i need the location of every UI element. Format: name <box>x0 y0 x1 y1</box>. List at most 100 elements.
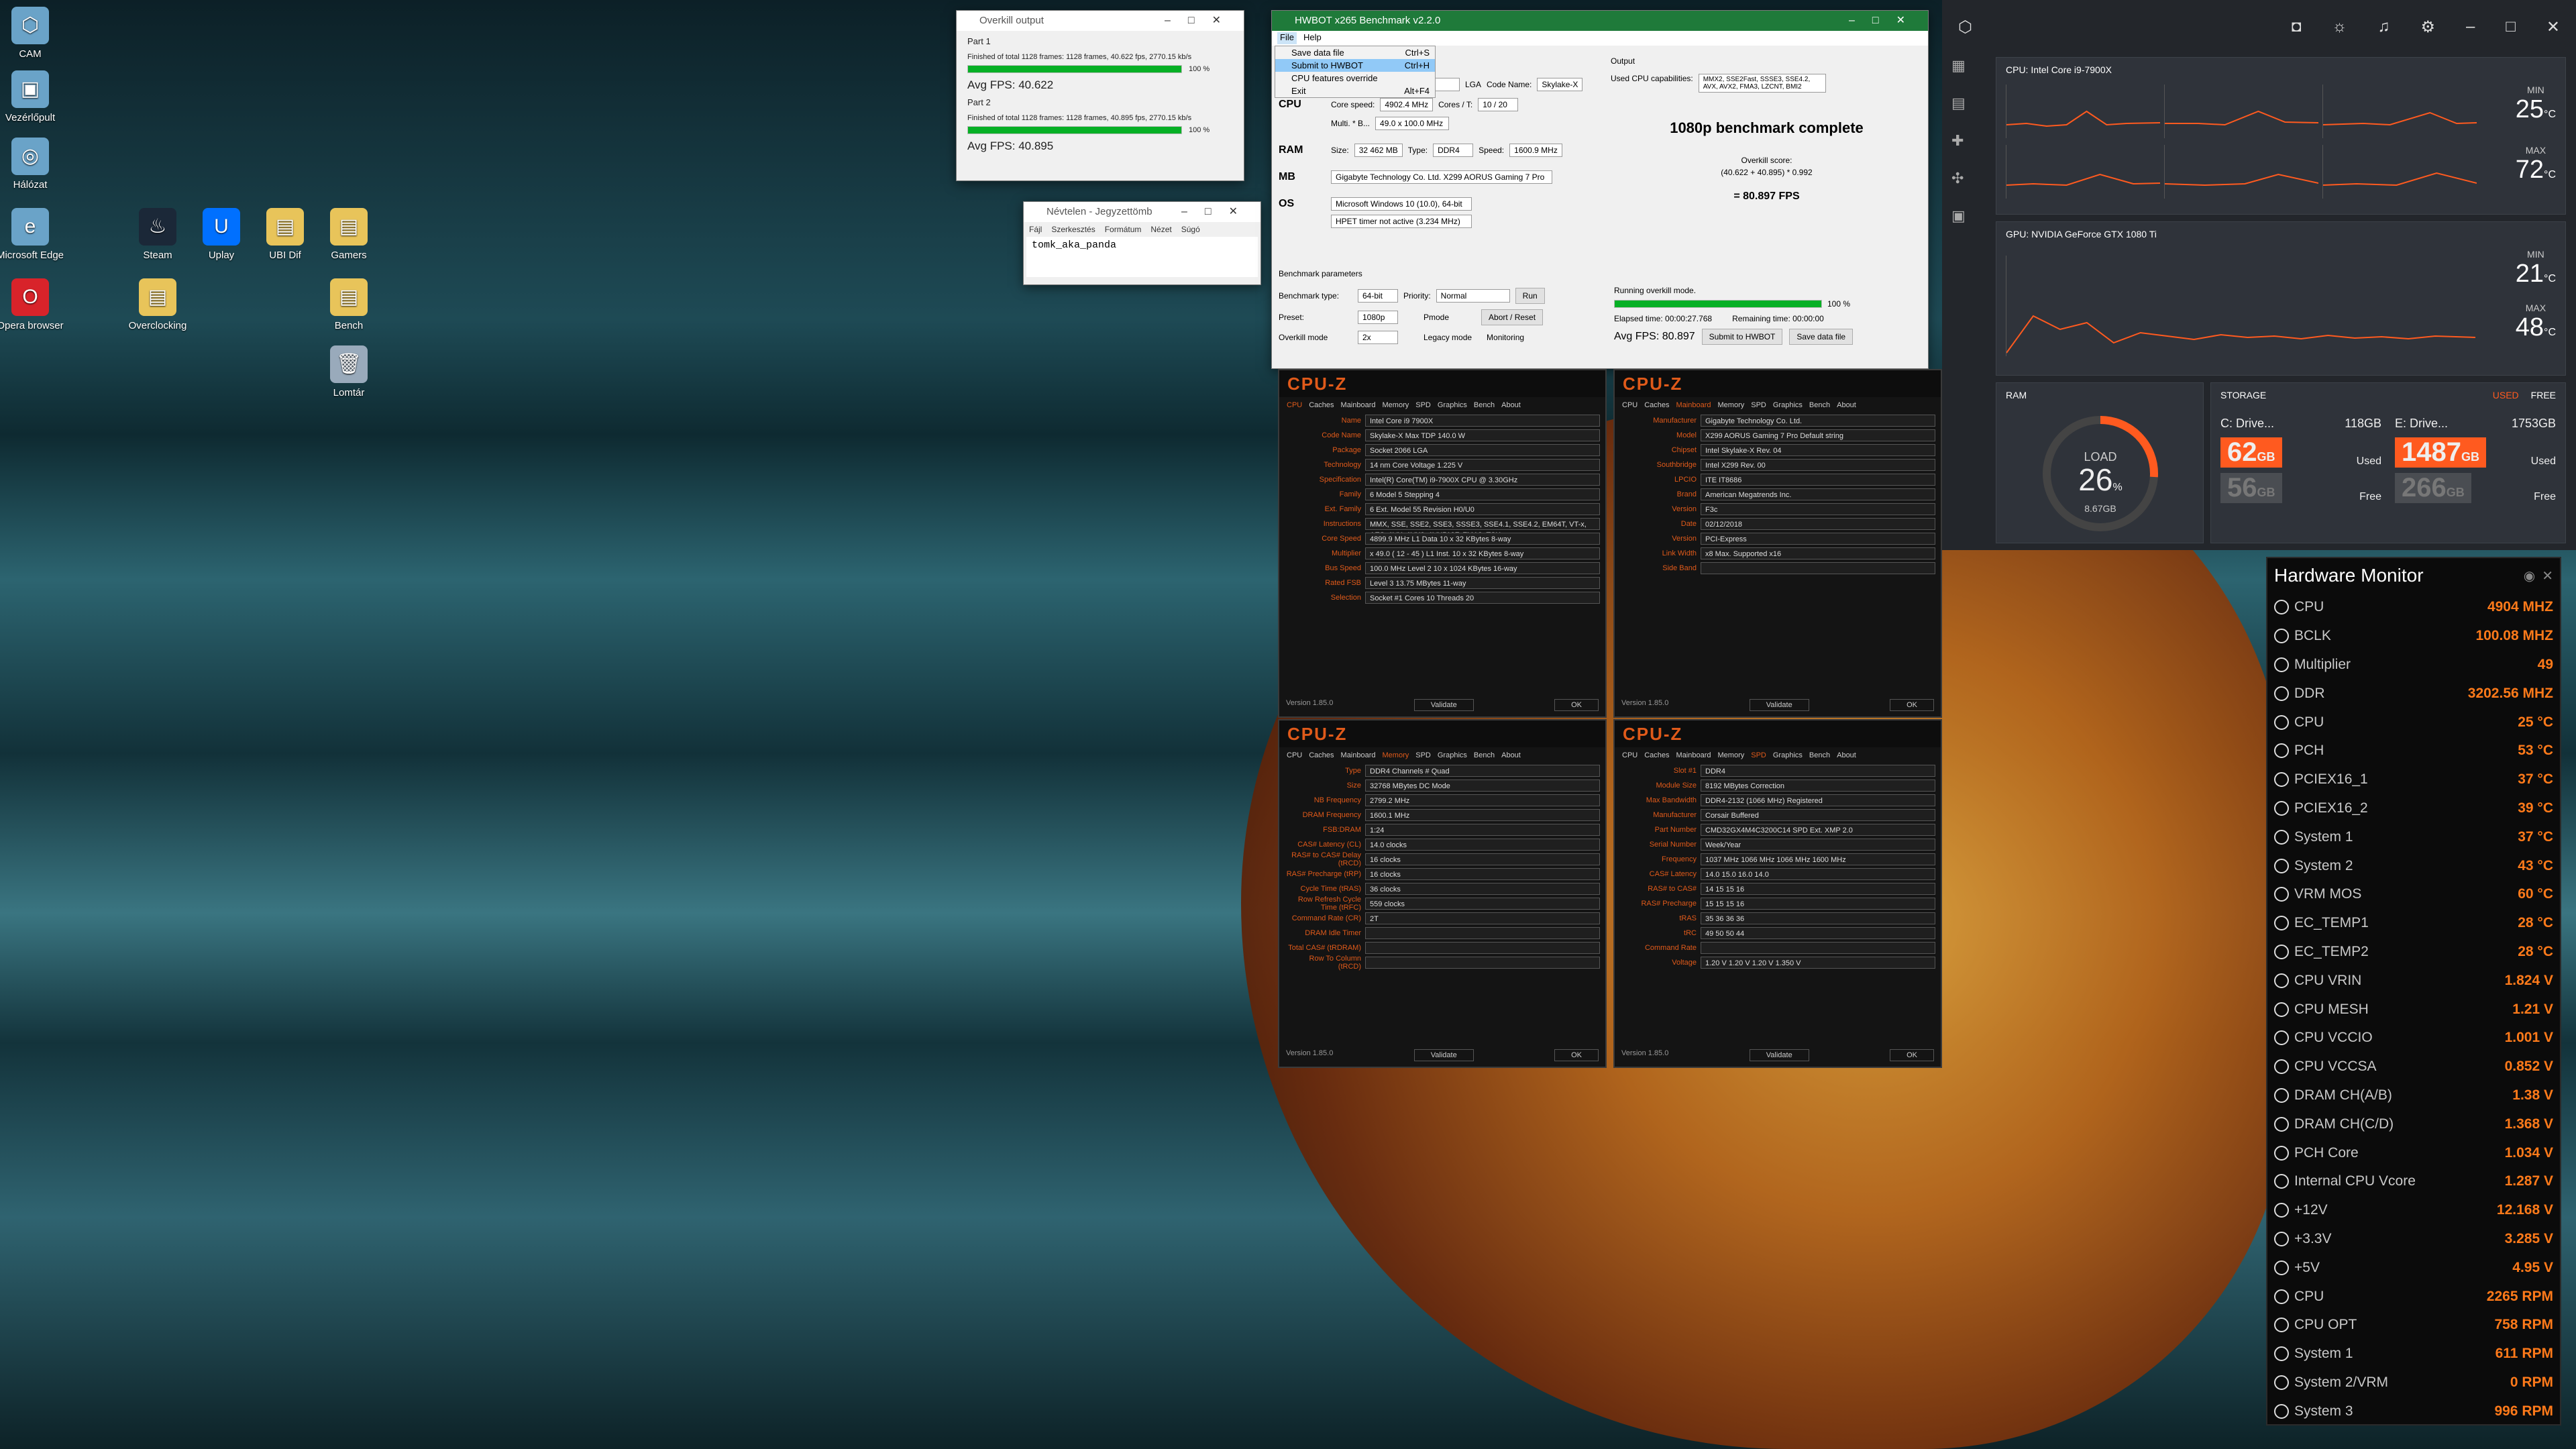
cpuz-tab[interactable]: About <box>1835 751 1858 759</box>
hwbot-window[interactable]: HWBOT x265 Benchmark v2.2.0 –□✕ File Help … <box>1271 10 1929 369</box>
cpuz-tab[interactable]: Mainboard <box>1674 751 1713 759</box>
brightness-icon[interactable]: ☼ <box>2332 17 2347 36</box>
ok-button[interactable]: OK <box>1554 699 1599 711</box>
abort-reset-button[interactable]: Abort / Reset <box>1481 309 1544 325</box>
cpuz-tab[interactable]: Memory <box>1716 751 1747 759</box>
ok-button[interactable]: OK <box>1890 699 1934 711</box>
monitor-app-window[interactable]: ⬡ ◘ ☼ ♫ ⚙ – □ ✕ ▦ ▤ ✚ ✣ ▣ CPU: Intel Core i9… <box>1942 0 2576 550</box>
settings-icon[interactable]: ◉ <box>2524 568 2535 584</box>
desktop-icon-overclocking[interactable]: ▤ Overclocking <box>117 278 198 331</box>
menu-help[interactable]: Help <box>1303 32 1322 44</box>
cpuz-tab[interactable]: Bench <box>1472 751 1497 759</box>
cpuz-tab[interactable]: Graphics <box>1771 401 1805 409</box>
validate-button[interactable]: Validate <box>1749 1049 1809 1061</box>
ok-button[interactable]: OK <box>1554 1049 1599 1061</box>
cpuz-window[interactable]: CPU-Z CPU Caches Mainboard Memory SPD Graphics… <box>1613 719 1942 1068</box>
cpuz-tab[interactable]: Caches <box>1642 401 1671 409</box>
legacy-mode-checkbox[interactable]: Legacy mode <box>1424 333 1472 342</box>
cpuz-tab[interactable]: Memory <box>1716 401 1747 409</box>
menu-file[interactable]: File <box>1277 32 1297 44</box>
menu-submit-to-hwbot[interactable]: Submit to HWBOT Ctrl+H <box>1275 59 1435 72</box>
cpuz-tab[interactable]: About <box>1499 751 1523 759</box>
notepad-window[interactable]: Névtelen - Jegyzettömb –□✕ Fájl Szerkeszté… <box>1023 201 1261 285</box>
cpuz-tab[interactable]: Caches <box>1307 401 1336 409</box>
cpuz-tab[interactable]: SPD <box>1749 401 1768 409</box>
validate-button[interactable]: Validate <box>1749 699 1809 711</box>
cpuz-tab[interactable]: Mainboard <box>1339 401 1378 409</box>
desktop-icon-network[interactable]: ◎ Hálózat <box>0 138 70 191</box>
cpuz-tab[interactable]: About <box>1835 401 1858 409</box>
monitoring-checkbox[interactable]: Monitoring <box>1487 333 1524 342</box>
cpuz-tab[interactable]: Graphics <box>1436 751 1469 759</box>
window-controls[interactable]: –□✕ <box>1165 11 1238 31</box>
window-controls[interactable]: –□✕ <box>1181 202 1255 222</box>
cpuz-tab[interactable]: Caches <box>1642 751 1671 759</box>
menu-format[interactable]: Formátum <box>1105 225 1142 234</box>
cpuz-tab[interactable]: Bench <box>1807 401 1832 409</box>
drive-e: E: Drive... 1753GB 1487GB Used 266GB Free <box>2395 417 2556 503</box>
close-icon[interactable]: ✕ <box>2542 568 2553 584</box>
cpuz-tab[interactable]: Memory <box>1381 751 1411 759</box>
desktop-icon-control-panel[interactable]: ▣ Vezérlőpult <box>0 70 70 123</box>
hardware-monitor-window[interactable]: Hardware Monitor ◉ ✕ CPU 4904 MHZ BCLK 100.08… <box>2266 557 2561 1426</box>
run-button[interactable]: Run <box>1515 288 1545 304</box>
overkill-mode-checkbox[interactable]: Overkill mode <box>1279 333 1352 342</box>
camera-icon[interactable]: ◘ <box>2292 17 2302 36</box>
preset-select[interactable]: 1080p <box>1358 311 1398 324</box>
cpuz-tab[interactable]: CPU <box>1285 401 1304 409</box>
validate-button[interactable]: Validate <box>1413 1049 1474 1061</box>
cpuz-tab[interactable]: Mainboard <box>1339 751 1378 759</box>
bench-type-select[interactable]: 64-bit <box>1358 289 1398 303</box>
cpuz-window[interactable]: CPU-Z CPU Caches Mainboard Memory SPD Graphics… <box>1613 369 1942 718</box>
priority-select[interactable]: Normal <box>1436 289 1510 303</box>
nav-dashboard-icon[interactable]: ▦ <box>1951 57 1978 74</box>
desktop-icon-recycle-bin[interactable]: 🗑 Lomtár <box>309 345 389 398</box>
cpuz-tab[interactable]: Bench <box>1807 751 1832 759</box>
desktop-icon-gamers[interactable]: ▤ Gamers <box>309 208 389 261</box>
gear-icon[interactable]: ⚙ <box>2421 17 2436 37</box>
cpuz-tab[interactable]: Graphics <box>1436 401 1469 409</box>
bell-icon[interactable]: ♫ <box>2378 17 2390 36</box>
menu-save-data-file[interactable]: Save data file Ctrl+S <box>1275 46 1435 59</box>
close-icon[interactable]: ✕ <box>2546 17 2560 37</box>
minimize-icon[interactable]: – <box>2466 17 2475 36</box>
cpuz-tab[interactable]: CPU <box>1285 751 1304 759</box>
nav-fan-icon[interactable]: ✣ <box>1951 170 1978 187</box>
cpuz-tab[interactable]: Mainboard <box>1674 401 1713 409</box>
cpuz-window[interactable]: CPU-Z CPU Caches Mainboard Memory SPD Graphics… <box>1278 719 1607 1068</box>
menu-cpu-features-override[interactable]: CPU features override <box>1275 72 1435 85</box>
cpuz-tab[interactable]: Graphics <box>1771 751 1805 759</box>
cpuz-tab[interactable]: Bench <box>1472 401 1497 409</box>
menu-view[interactable]: Nézet <box>1150 225 1171 234</box>
cpuz-tab[interactable]: SPD <box>1413 751 1433 759</box>
validate-button[interactable]: Validate <box>1413 699 1474 711</box>
save-data-file-button[interactable]: Save data file <box>1789 329 1854 345</box>
overkill-output-window[interactable]: Overkill output –□✕ Part 1 Finished of to… <box>956 10 1244 181</box>
cpuz-tab[interactable]: SPD <box>1413 401 1433 409</box>
desktop-icon-cam[interactable]: ⬡ CAM <box>0 7 70 60</box>
nav-gamepad-icon[interactable]: ✚ <box>1951 132 1978 150</box>
ok-button[interactable]: OK <box>1890 1049 1934 1061</box>
cpuz-tab[interactable]: Memory <box>1381 401 1411 409</box>
maximize-icon[interactable]: □ <box>2506 17 2516 36</box>
submit-to-hwbot-button[interactable]: Submit to HWBOT <box>1701 329 1783 345</box>
pmode-checkbox[interactable]: Pmode <box>1424 313 1449 322</box>
menu-file[interactable]: Fájl <box>1029 225 1042 234</box>
desktop-icon-bench[interactable]: ▤ Bench <box>309 278 389 331</box>
nav-report-icon[interactable]: ▣ <box>1951 207 1978 225</box>
window-controls[interactable]: –□✕ <box>1849 11 1923 31</box>
cpuz-tab[interactable]: SPD <box>1749 751 1768 759</box>
cpuz-window[interactable]: CPU-Z CPU Caches Mainboard Memory SPD Graphics… <box>1278 369 1607 718</box>
menu-exit[interactable]: Exit Alt+F4 <box>1275 85 1435 97</box>
notepad-text-area[interactable]: tomk_aka_panda <box>1026 237 1258 277</box>
cpuz-tab[interactable]: CPU <box>1620 751 1640 759</box>
desktop-icon-opera[interactable]: O Opera browser <box>0 278 70 331</box>
menu-help[interactable]: Súgó <box>1181 225 1200 234</box>
menu-edit[interactable]: Szerkesztés <box>1051 225 1095 234</box>
cpuz-tab[interactable]: CPU <box>1620 401 1640 409</box>
desktop-icon-edge[interactable]: e Microsoft Edge <box>0 208 70 261</box>
nav-system-icon[interactable]: ▤ <box>1951 95 1978 112</box>
overkill-mode-select[interactable]: 2x <box>1358 331 1398 344</box>
cpuz-tab[interactable]: Caches <box>1307 751 1336 759</box>
cpuz-tab[interactable]: About <box>1499 401 1523 409</box>
